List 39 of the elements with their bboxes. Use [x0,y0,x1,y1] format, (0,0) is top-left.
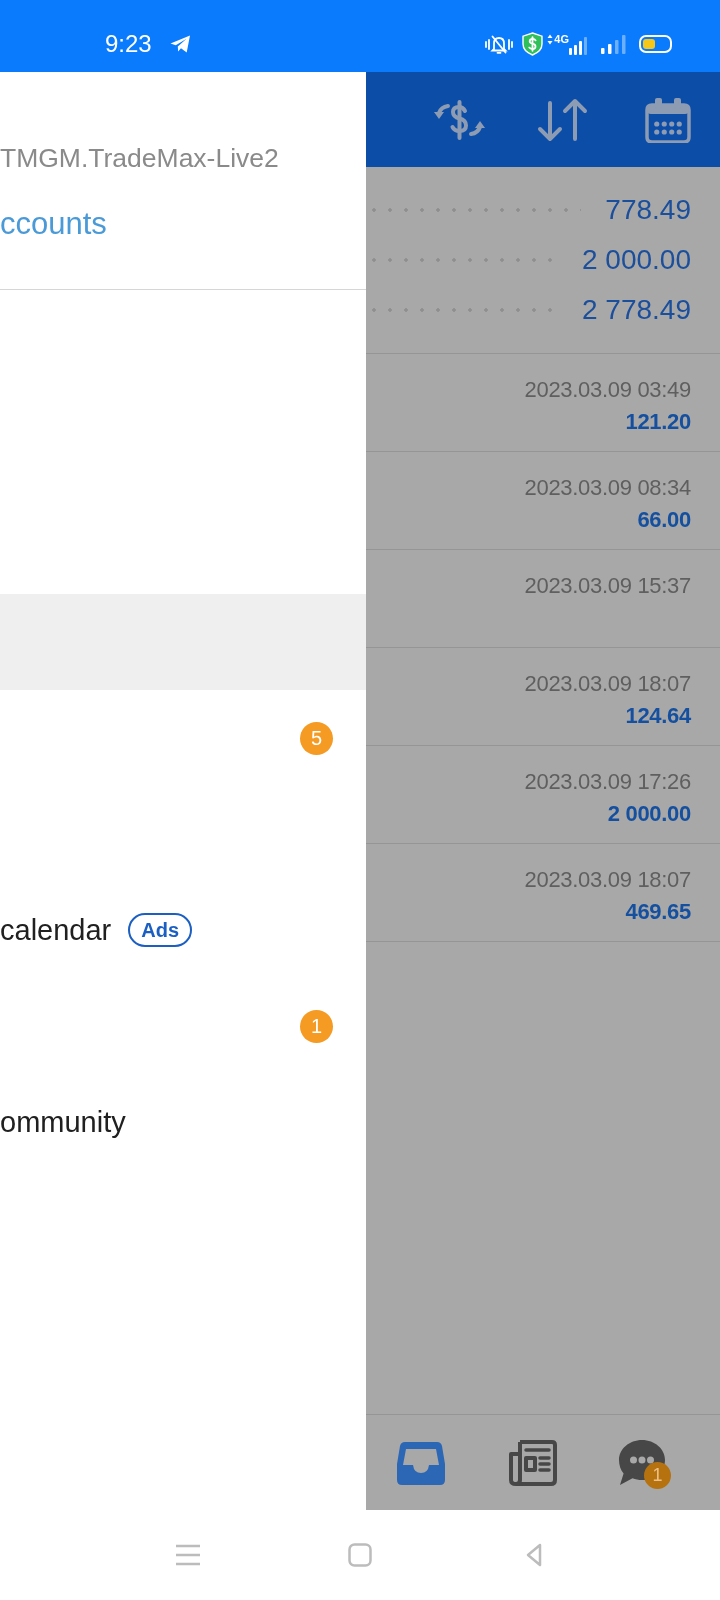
square-icon[interactable] [348,1543,372,1567]
battery-icon [639,35,674,53]
sort-arrows-icon[interactable] [537,96,588,143]
deal-amount: 2 000.00 [607,800,691,828]
paper-plane-icon [168,34,192,54]
deal-time: 2023.03.09 18:07 [524,866,691,894]
count-badge: 5 [300,721,333,755]
notification-badge: 1 [644,1462,671,1489]
menu-icon[interactable] [176,1544,200,1566]
count-badge: 1 [300,1009,333,1043]
deal-time: 2023.03.09 03:49 [524,376,691,404]
signal-icon [601,34,626,54]
deal-amount: 66.00 [637,506,691,534]
deal-time: 2023.03.09 08:34 [524,474,691,502]
back-icon[interactable] [526,1543,542,1567]
balance-value: 2 778.49 [582,294,691,326]
deal-amount: 124.64 [625,702,691,730]
shield-dollar-icon [522,32,544,56]
deal-amount: 469.65 [625,898,691,926]
deal-amount: 121.20 [625,408,691,436]
accounts-link[interactable]: ccounts [0,207,107,241]
server-name: TMGM.TradeMax-Live2 [0,143,279,173]
balance-value: 778.49 [605,194,691,226]
tray-icon[interactable] [397,1440,445,1485]
deal-time: 2023.03.09 15:37 [524,572,691,600]
menu-item[interactable]: 1 [0,978,366,1074]
signal-icon [569,35,587,55]
calendar-icon[interactable] [645,96,691,143]
status-time: 9:23 [105,30,152,58]
network-type: 4G [554,33,569,45]
bell-off-icon [484,33,515,55]
data-arrows-icon [547,34,554,45]
menu-item[interactable]: calendar Ads [0,882,366,978]
deal-time: 2023.03.09 18:07 [524,670,691,698]
balance-value: 2 000.00 [582,244,691,276]
menu-item[interactable]: 5 [0,690,366,786]
ads-tag: Ads [128,913,193,947]
menu-item[interactable]: ommunity [0,1074,366,1170]
deal-time: 2023.03.09 17:26 [524,768,691,796]
